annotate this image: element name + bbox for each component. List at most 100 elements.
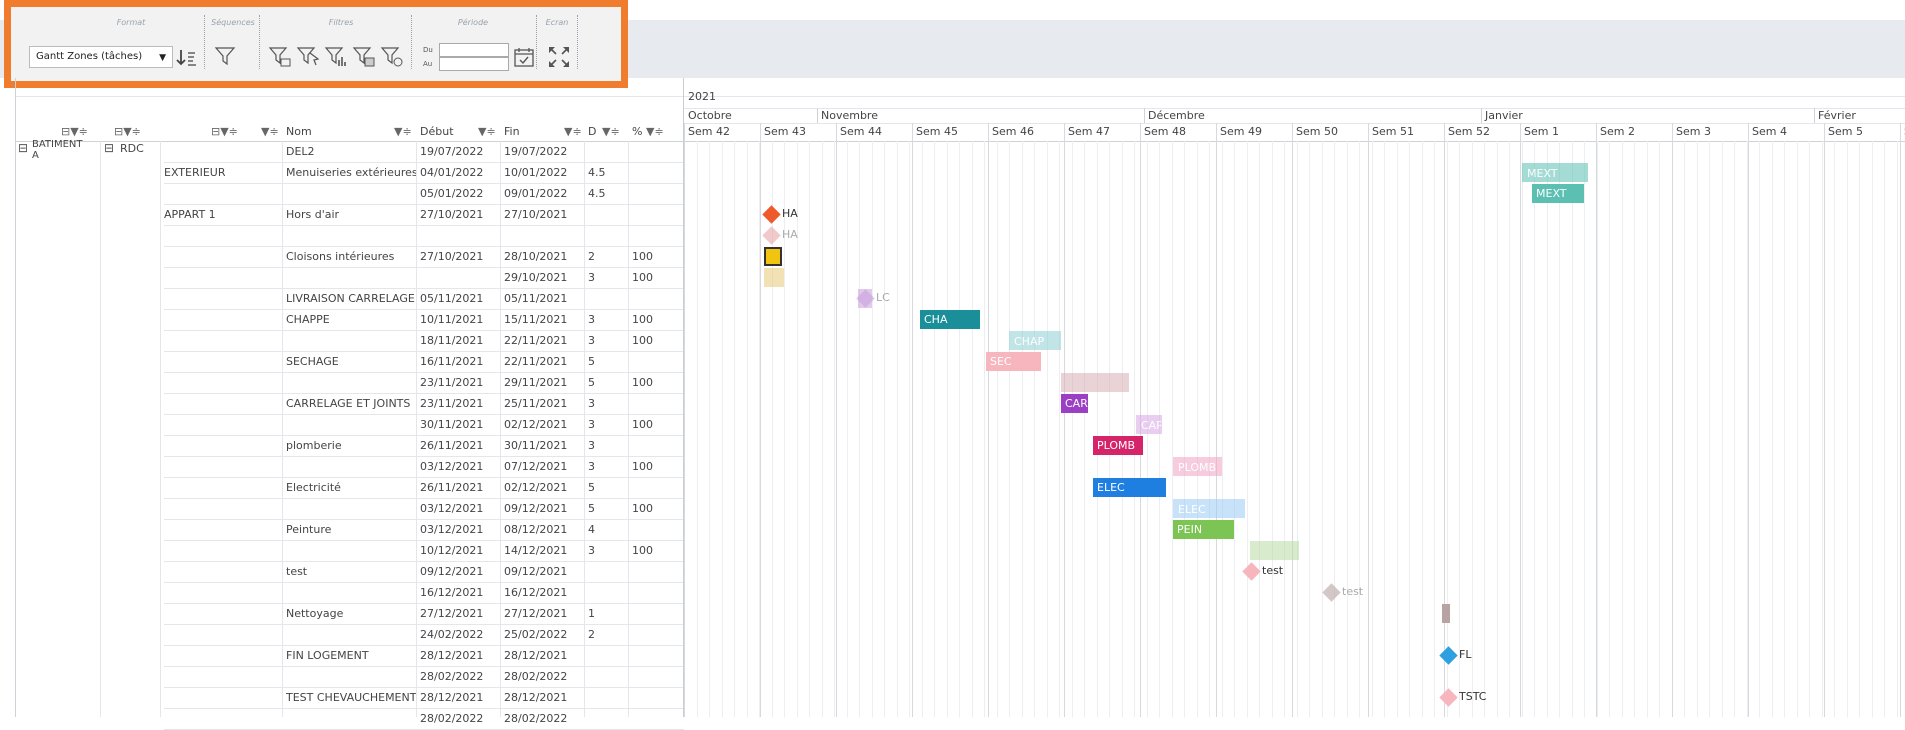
cell-d: 5 bbox=[588, 376, 595, 389]
cell-pct: 100 bbox=[632, 418, 653, 431]
cell-d: 5 bbox=[588, 355, 595, 368]
milestone-diamond[interactable] bbox=[1322, 583, 1341, 602]
cell-d: 3 bbox=[588, 397, 595, 410]
toolbar-divider bbox=[259, 15, 260, 69]
cell-d: 3 bbox=[588, 439, 595, 452]
cell-debut: 05/11/2021 bbox=[420, 292, 484, 305]
cell-fin: 22/11/2021 bbox=[504, 355, 568, 368]
gantt-bar[interactable]: PEIN bbox=[1173, 520, 1234, 539]
gantt-bar[interactable]: ELEC bbox=[1173, 499, 1245, 518]
column-header-nom[interactable]: Nom bbox=[286, 123, 312, 141]
gantt-bar[interactable]: CHAP bbox=[1009, 331, 1061, 350]
week-label: Sem 2 bbox=[1600, 125, 1635, 138]
cell-fin: 28/12/2021 bbox=[504, 649, 568, 662]
cell-fin: 09/01/2022 bbox=[504, 187, 568, 200]
filter-zone-icon[interactable] bbox=[268, 45, 292, 69]
gantt-bar[interactable]: ELEC bbox=[1093, 478, 1166, 497]
week-label: Sem 48 bbox=[1144, 125, 1186, 138]
cell-fin: 15/11/2021 bbox=[504, 313, 568, 326]
column-header-fin[interactable]: Fin bbox=[504, 123, 520, 141]
cell-nom: CARRELAGE ET JOINTS bbox=[286, 397, 411, 410]
filter-select-icon[interactable] bbox=[296, 45, 320, 69]
sort-icon[interactable] bbox=[176, 47, 198, 69]
fullscreen-icon[interactable] bbox=[547, 45, 571, 69]
cell-nom: Cloisons intérieures bbox=[286, 250, 395, 263]
gantt-bar[interactable]: MEXT bbox=[1532, 184, 1584, 203]
gantt-bar[interactable] bbox=[764, 268, 784, 287]
cell-debut: 28/12/2021 bbox=[420, 649, 484, 662]
cell-pct: 100 bbox=[632, 313, 653, 326]
cell-debut: 28/02/2022 bbox=[420, 712, 484, 725]
chevron-down-icon: ▼ bbox=[159, 53, 166, 63]
cell-fin: 28/02/2022 bbox=[504, 712, 568, 725]
cell-debut: 09/12/2021 bbox=[420, 565, 484, 578]
gantt-bar[interactable]: MEXT bbox=[1522, 163, 1588, 182]
cell-debut: 05/01/2022 bbox=[420, 187, 484, 200]
group-title-ecran: Ecran bbox=[545, 18, 569, 27]
cell-d: 5 bbox=[588, 481, 595, 494]
column-controls-icon[interactable]: ▼≑ bbox=[394, 123, 412, 141]
gantt-bar[interactable]: SEC bbox=[986, 352, 1041, 371]
cell-debut: 03/12/2021 bbox=[420, 460, 484, 473]
filter-chart-icon[interactable] bbox=[324, 45, 348, 69]
gantt-bar[interactable]: CAR bbox=[1136, 415, 1162, 434]
cell-fin: 25/02/2022 bbox=[504, 628, 568, 641]
column-header-debut[interactable]: Début bbox=[420, 123, 454, 141]
cell-fin: 09/12/2021 bbox=[504, 565, 568, 578]
gantt-bar[interactable]: PLOMB bbox=[1093, 436, 1143, 455]
cell-pct: 100 bbox=[632, 502, 653, 515]
cell-zone: EXTERIEUR bbox=[164, 166, 226, 179]
cell-fin: 28/12/2021 bbox=[504, 691, 568, 704]
gantt-bar[interactable]: CHA bbox=[920, 310, 980, 329]
cell-debut: 03/12/2021 bbox=[420, 523, 484, 536]
cell-debut: 18/11/2021 bbox=[420, 334, 484, 347]
cell-fin: 08/12/2021 bbox=[504, 523, 568, 536]
column-controls-icon[interactable]: ▼≑ bbox=[602, 123, 620, 141]
cell-d: 3 bbox=[588, 334, 595, 347]
cell-zone: APPART 1 bbox=[164, 208, 216, 221]
cell-d: 5 bbox=[588, 502, 595, 515]
milestone-diamond[interactable] bbox=[1439, 646, 1458, 665]
column-controls-icon[interactable]: ▼≑ bbox=[261, 123, 279, 141]
gantt-bar[interactable] bbox=[1061, 373, 1129, 392]
cell-debut: 19/07/2022 bbox=[420, 145, 484, 158]
calendar-check-icon[interactable] bbox=[513, 46, 535, 68]
column-controls-icon[interactable]: ▼≑ bbox=[646, 123, 664, 141]
filter-clear-icon[interactable] bbox=[380, 45, 404, 69]
gantt-bar[interactable] bbox=[1442, 604, 1450, 623]
column-controls-icon[interactable]: ▼≑ bbox=[478, 123, 496, 141]
cell-d: 4.5 bbox=[588, 187, 606, 200]
column-controls-icon[interactable]: ▼≑ bbox=[564, 123, 582, 141]
period-from-input[interactable] bbox=[439, 43, 509, 57]
month-label: Octobre bbox=[688, 109, 732, 122]
milestone-diamond[interactable] bbox=[1242, 562, 1261, 581]
column-header-pct[interactable]: % bbox=[632, 123, 642, 141]
timeline-panel: 2021 Octobre Novembre Décembre Janvier Févri… bbox=[683, 78, 1905, 717]
week-label: Sem 49 bbox=[1220, 125, 1262, 138]
cell-d: 3 bbox=[588, 460, 595, 473]
gantt-bar[interactable]: PLOMB bbox=[1173, 457, 1222, 476]
cell-debut: 27/12/2021 bbox=[420, 607, 484, 620]
cell-d: 3 bbox=[588, 271, 595, 284]
gantt-bar[interactable]: CAR bbox=[1061, 394, 1088, 413]
column-header-d[interactable]: D bbox=[588, 123, 596, 141]
gantt-bar[interactable] bbox=[1250, 541, 1299, 560]
cell-debut: 28/02/2022 bbox=[420, 670, 484, 683]
cell-fin: 10/01/2022 bbox=[504, 166, 568, 179]
gantt-bar[interactable] bbox=[764, 247, 782, 266]
filter-icon[interactable] bbox=[214, 45, 236, 67]
format-select[interactable]: Gantt Zones (tâches) ▼ bbox=[29, 46, 173, 68]
milestone-diamond[interactable] bbox=[762, 226, 781, 245]
cell-pct: 100 bbox=[632, 250, 653, 263]
milestone-diamond[interactable] bbox=[762, 205, 781, 224]
week-label: Sem 5 bbox=[1828, 125, 1863, 138]
period-to-input[interactable] bbox=[439, 57, 509, 71]
month-label: Janvier bbox=[1485, 109, 1523, 122]
week-label: Sem 43 bbox=[764, 125, 806, 138]
cell-fin: 07/12/2021 bbox=[504, 460, 568, 473]
cell-nom: CHAPPE bbox=[286, 313, 330, 326]
cell-nom: FIN LOGEMENT bbox=[286, 649, 369, 662]
filter-grid-icon[interactable] bbox=[352, 45, 376, 69]
milestone-diamond[interactable] bbox=[1439, 688, 1458, 707]
column-controls-icon[interactable]: ⊟▼≑ bbox=[211, 123, 238, 141]
